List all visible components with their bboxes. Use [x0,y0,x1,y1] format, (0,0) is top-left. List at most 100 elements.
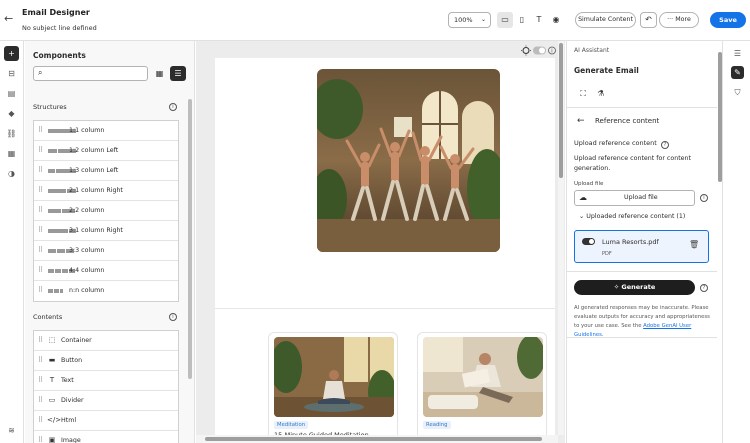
drag-handle-icon[interactable]: ⠿ [38,246,43,254]
uploaded-file-card[interactable]: Luma Resorts.pdf PDF 🗑 [574,230,709,263]
structure-item[interactable]: ⠿ 2:1 column Right [34,181,178,201]
zoom-select[interactable]: 100% ⌄ [448,12,491,28]
drag-handle-icon[interactable]: ⠿ [38,186,43,194]
top-bar: ← Email Designer No subject line defined… [0,0,750,41]
add-icon[interactable]: + [4,46,19,61]
drag-handle-icon[interactable]: ⠿ [38,356,43,364]
fragments-icon[interactable]: ⊟ [4,66,19,81]
drag-handle-icon[interactable]: ⠿ [38,206,43,214]
content-item[interactable]: ⠿ T Text [34,371,178,391]
save-button[interactable]: Save [710,12,746,28]
ai-assistant-icon[interactable]: ✎ [731,66,744,79]
structure-label: 3:3 column [69,247,105,254]
preview-eye-icon[interactable]: ◉ [548,12,564,28]
help-icon[interactable]: ? [660,141,669,149]
links-icon[interactable]: ⛓ [4,126,19,141]
upload-info-icon[interactable]: i [700,194,708,202]
generate-button-label: Generate [621,283,656,291]
drag-handle-icon[interactable]: ⠿ [38,436,43,443]
structures-info-icon[interactable]: i [169,103,177,111]
drag-handle-icon[interactable]: ⠿ [38,416,43,424]
drag-handle-icon[interactable]: ⠿ [38,396,43,404]
drag-handle-icon[interactable]: ⠿ [38,286,43,294]
content-item[interactable]: ⠿ ▬ Button [34,351,178,371]
simulate-content-button[interactable]: Simulate Content [575,12,636,28]
drag-handle-icon[interactable]: ⠿ [38,376,43,384]
structure-label: 1:1 column [69,127,105,134]
layout-expand-icon[interactable]: ⛶ [577,88,589,100]
personalization-icon[interactable]: ▦ [4,146,19,161]
drag-handle-icon[interactable]: ⠿ [38,166,43,174]
structure-item[interactable]: ⠿ 1:3 column Left [34,161,178,181]
content-label: Text [61,377,74,384]
canvas-vertical-scrollbar[interactable] [558,41,564,435]
email-divider[interactable] [215,308,555,309]
generate-button[interactable]: ✧ Generate [574,280,695,295]
contents-info-icon[interactable]: i [169,313,177,321]
section-divider [567,271,717,272]
article-card[interactable]: Meditation 15-Minute Guided Meditation [268,332,398,442]
assets-icon[interactable]: ▤ [4,86,19,101]
settings-sliders-icon[interactable]: ☰ [731,47,744,60]
structure-item[interactable]: ⠿ 2:2 column [34,201,178,221]
generate-help-icon[interactable]: ? [700,284,708,292]
content-label: Container [61,337,92,344]
drag-handle-icon[interactable]: ⠿ [38,126,43,134]
back-arrow-icon[interactable]: ← [4,13,16,25]
file-enabled-toggle[interactable] [582,238,595,245]
structure-item[interactable]: ⠿ 1:2 column Left [34,141,178,161]
content-item[interactable]: ⠿ ▣ Image [34,431,178,443]
validation-icon[interactable]: ⛉ [731,86,744,99]
components-search-input[interactable]: ⌕ [33,66,148,81]
canvas-horizontal-scrollbar[interactable] [196,435,558,443]
upload-file-label: Upload file [574,181,604,187]
reference-description: Upload reference content for content gen… [574,155,692,172]
chevron-down-icon: ⌄ [579,213,585,220]
structure-item[interactable]: ⠿ 3:3 column [34,241,178,261]
content-item[interactable]: ⠿ </> Html [34,411,178,431]
chevron-down-icon: ⌄ [480,16,486,23]
upload-file-button[interactable]: ☁ Upload file [574,190,695,206]
delete-icon[interactable]: 🗑 [689,240,699,249]
drag-handle-icon[interactable]: ⠿ [38,336,43,344]
ai-assistant-panel: AI Assistant Generate Email ⛶ ⚗ ← Refere… [566,41,722,443]
content-item[interactable]: ⠿ ▭ Divider [34,391,178,411]
structure-item[interactable]: ⠿ 4:4 column [34,261,178,281]
meditation-image [274,337,394,417]
section-divider [567,107,717,108]
drag-handle-icon[interactable]: ⠿ [38,146,43,154]
structures-list: ⠿ 1:1 column ⠿ 1:2 column Left ⠿ 1:3 column L… [33,120,179,302]
canvas-theme-toggle[interactable]: i [521,45,557,56]
back-arrow-icon[interactable]: ← [577,116,585,126]
email-body[interactable]: Meditation 15-Minute Guided Meditation R… [215,58,555,442]
app-title: Email Designer [22,8,90,17]
list-view-icon[interactable]: ☰ [170,66,186,81]
structure-item[interactable]: ⠿ 1:1 column [34,121,178,141]
category-tag: Reading [423,421,451,429]
device-toggle-group: ▭ ▯ T ◉ [497,12,565,28]
desktop-view-icon[interactable]: ▭ [497,12,513,28]
structure-item[interactable]: ⠿ 3:1 column Right [34,221,178,241]
column-layout-icon [48,289,64,293]
help-layers-icon[interactable]: ≋ [4,423,19,438]
uploaded-reference-toggle[interactable]: ⌄ Uploaded reference content (1) [579,213,685,220]
components-scrollbar[interactable] [188,89,192,379]
undo-button[interactable]: ↶ [640,12,657,28]
layers-icon[interactable]: ◆ [4,106,19,121]
components-title: Components [33,51,86,60]
structure-item[interactable]: ⠿ n:n column [34,281,178,301]
content-item[interactable]: ⠿ ⬚ Container [34,331,178,351]
drag-handle-icon[interactable]: ⠿ [38,266,43,274]
grid-view-icon[interactable]: ▦ [153,67,166,80]
file-name: Luma Resorts.pdf [602,238,659,246]
brand-icon[interactable]: ◑ [4,166,19,181]
text-view-icon[interactable]: T [531,12,547,28]
mobile-view-icon[interactable]: ▯ [514,12,530,28]
text-icon: T [49,376,55,384]
more-button[interactable]: ··· More [659,12,699,28]
drag-handle-icon[interactable]: ⠿ [38,226,43,234]
flask-icon[interactable]: ⚗ [595,88,607,100]
article-card[interactable]: Reading [417,332,547,442]
hero-image[interactable] [317,69,500,252]
uploaded-reference-label: Uploaded reference content (1) [586,213,686,220]
